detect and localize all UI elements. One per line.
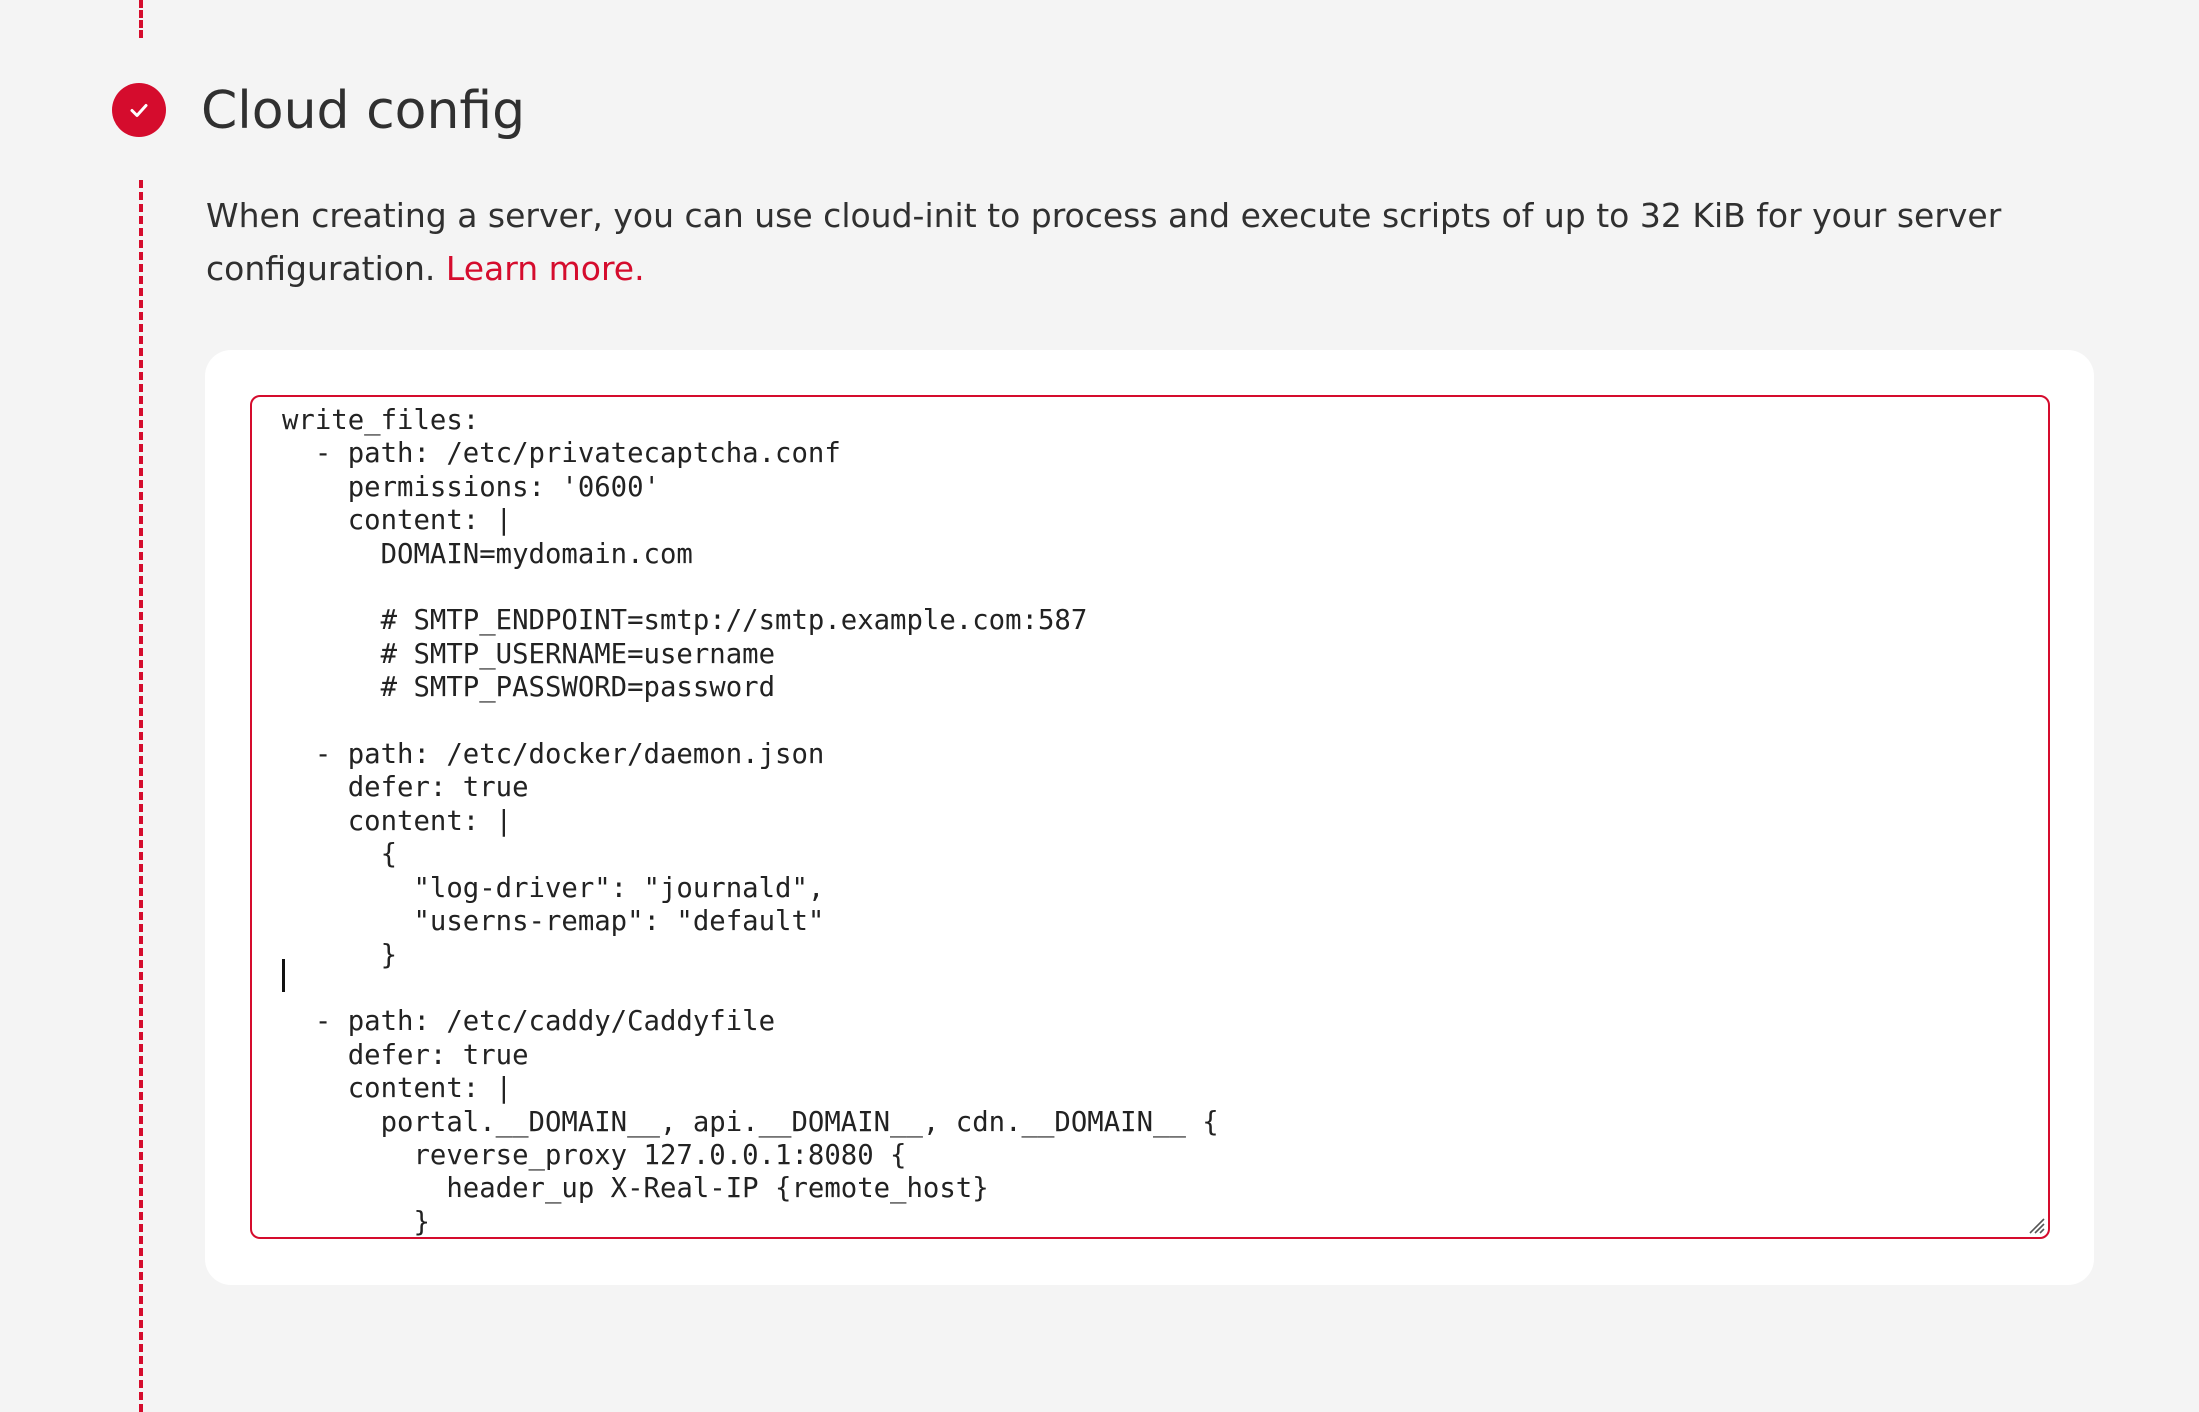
- cloud-config-textarea[interactable]: write_files: - path: /etc/privatecaptcha…: [250, 395, 2050, 1239]
- cloud-config-code[interactable]: write_files: - path: /etc/privatecaptcha…: [252, 397, 2048, 1237]
- timeline-connector-top: [139, 0, 143, 38]
- section-description: When creating a server, you can use clou…: [206, 189, 2106, 295]
- resize-handle-icon[interactable]: [2022, 1211, 2046, 1235]
- timeline-connector: [139, 180, 143, 1412]
- learn-more-link[interactable]: Learn more.: [446, 249, 645, 288]
- text-cursor: [282, 959, 285, 992]
- cloud-config-card: write_files: - path: /etc/privatecaptcha…: [205, 350, 2094, 1285]
- check-circle-icon: [112, 83, 166, 137]
- section-title: Cloud config: [201, 81, 526, 141]
